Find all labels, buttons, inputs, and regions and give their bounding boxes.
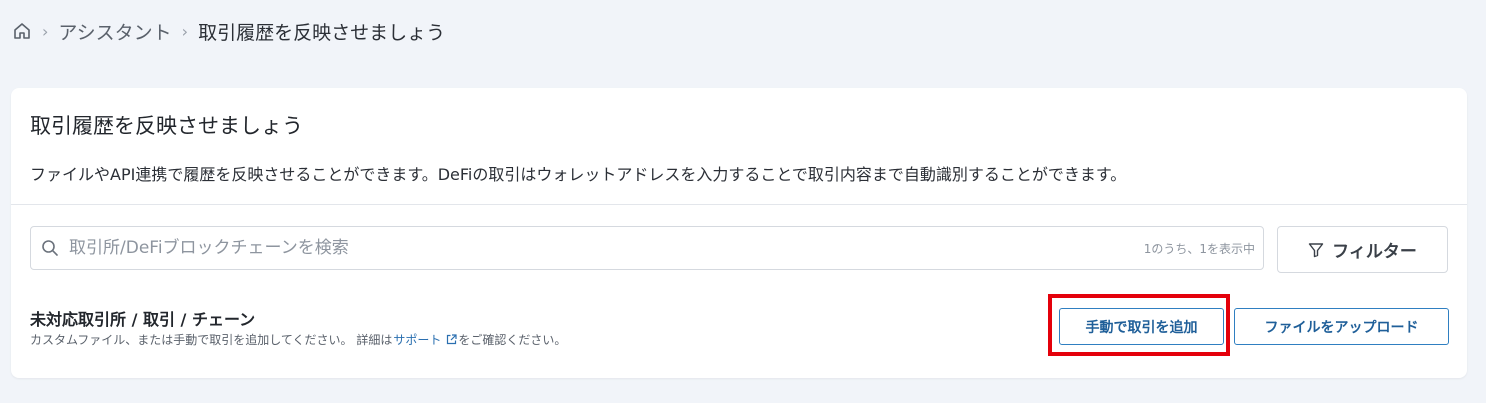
upload-file-button[interactable]: ファイルをアップロード — [1234, 308, 1449, 345]
external-link-icon — [446, 334, 458, 345]
breadcrumb-separator: › — [42, 21, 49, 41]
import-history-card: 取引履歴を反映させましょう ファイルやAPI連携で履歴を反映させることができます… — [11, 88, 1467, 378]
breadcrumb-item-assistant[interactable]: アシスタント — [58, 18, 171, 45]
result-count: 1のうち、1を表示中 — [1143, 241, 1255, 256]
search-icon — [41, 239, 59, 257]
funnel-icon — [1308, 242, 1324, 258]
search-input[interactable] — [67, 237, 1136, 259]
filter-button[interactable]: フィルター — [1277, 226, 1448, 273]
support-link-label: サポート — [393, 333, 442, 347]
unsupported-note-text: カスタムファイル、または手動で取引を追加してください。 詳細は — [30, 333, 393, 347]
card-description: ファイルやAPI連携で履歴を反映させることができます。DeFiの取引はウォレット… — [30, 165, 1127, 184]
divider — [11, 204, 1467, 205]
breadcrumb: › アシスタント › 取引履歴を反映させましょう — [12, 17, 445, 45]
breadcrumb-separator: › — [181, 21, 189, 41]
search-box[interactable]: 1のうち、1を表示中 — [30, 226, 1264, 270]
unsupported-note-text-after: をご確認ください。 — [458, 333, 567, 347]
card-title: 取引履歴を反映させましょう — [30, 114, 303, 138]
home-icon[interactable] — [12, 21, 32, 41]
filter-label: フィルター — [1332, 242, 1417, 262]
breadcrumb-item-current: 取引履歴を反映させましょう — [198, 21, 446, 44]
unsupported-title: 未対応取引所 / 取引 / チェーン — [30, 310, 256, 329]
unsupported-note: カスタムファイル、または手動で取引を追加してください。 詳細は サポート をご確… — [30, 331, 566, 348]
manual-add-transaction-button[interactable]: 手動で取引を追加 — [1059, 308, 1224, 345]
support-link[interactable]: サポート — [393, 331, 458, 348]
